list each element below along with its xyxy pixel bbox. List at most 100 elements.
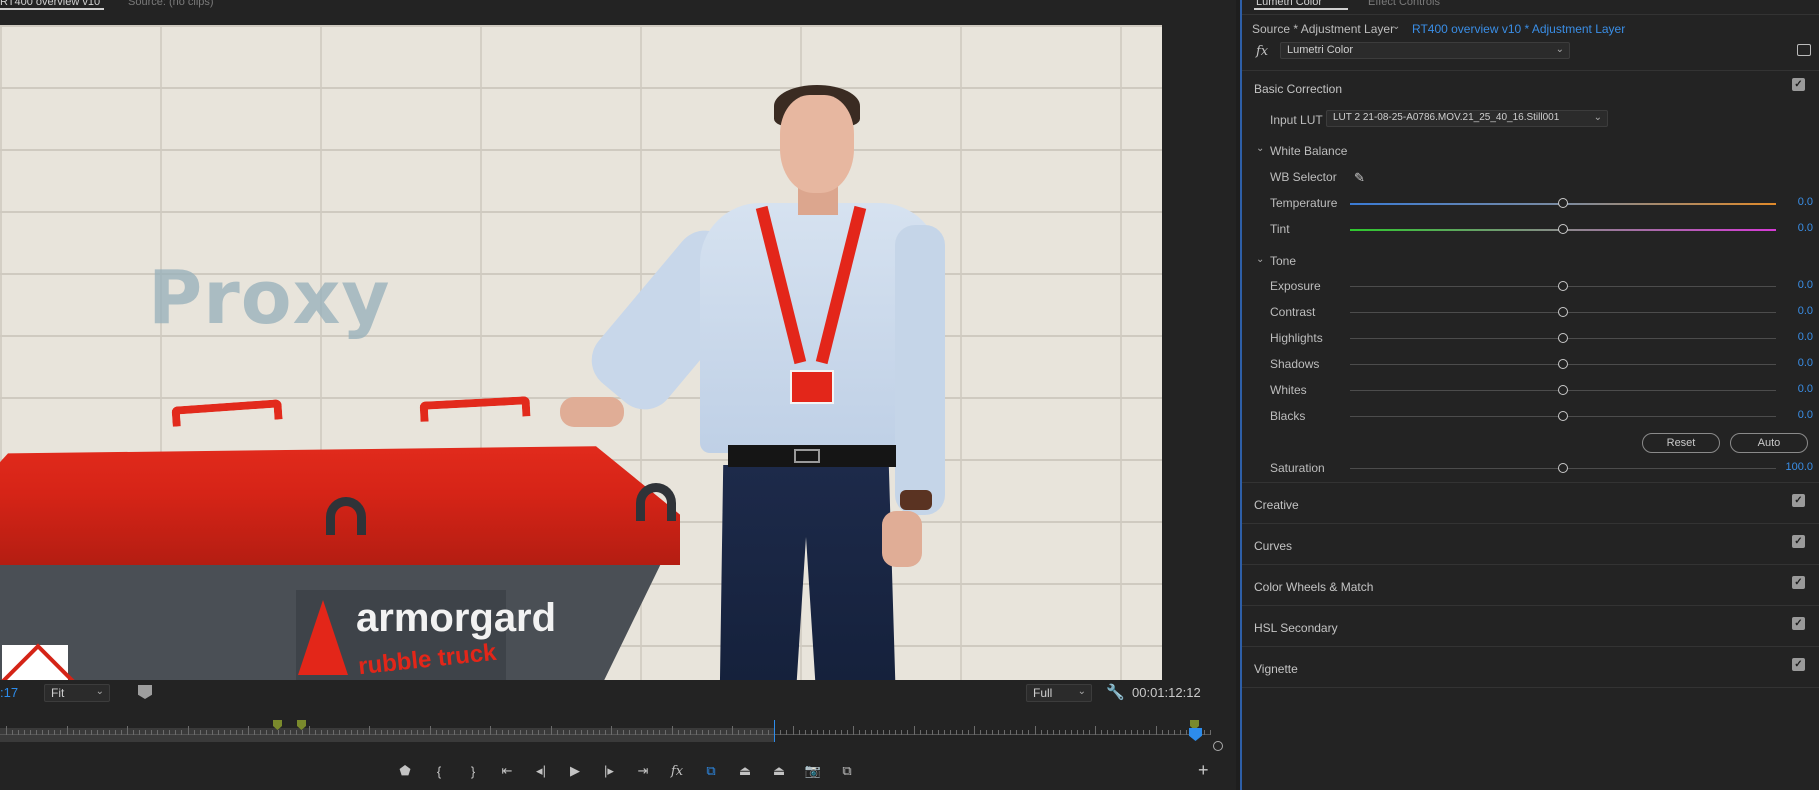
tint-value[interactable]: 0.0 — [1777, 222, 1813, 234]
ruler-tick — [387, 730, 389, 735]
color-wheels-match-section-title[interactable]: Color Wheels & Match — [1254, 580, 1373, 594]
person-right-hand — [882, 511, 922, 567]
tab-source[interactable]: Source: (no clips) — [128, 0, 214, 8]
chevron-down-icon[interactable]: ⌄ — [1256, 254, 1264, 265]
settings-wrench-icon[interactable]: 🔧 — [1106, 683, 1125, 701]
exposure-value[interactable]: 0.0 — [1777, 279, 1813, 291]
ruler-tick — [937, 730, 939, 735]
button-editor-plus-icon[interactable]: + — [1198, 760, 1209, 781]
saturation-slider-knob[interactable] — [1558, 463, 1568, 473]
step-forward-icon[interactable]: |▸ — [592, 761, 626, 781]
go-to-in-icon[interactable]: ⇤ — [490, 761, 524, 781]
tab-lumetri-color[interactable]: Lumetri Color — [1256, 0, 1322, 8]
clip-link[interactable]: RT400 overview v10 * Adjustment Layer — [1412, 22, 1625, 36]
ruler-tick — [1113, 730, 1115, 735]
input-lut-value: LUT 2 21-08-25-A0786.MOV.21_25_40_16.Sti… — [1333, 112, 1560, 123]
zoom-level-select[interactable]: Fit ⌄ — [44, 684, 110, 702]
video-frame[interactable]: Proxy armorgard rubble truck — [0, 25, 1162, 680]
contrast-value[interactable]: 0.0 — [1777, 305, 1813, 317]
vignette-section-title[interactable]: Vignette — [1254, 662, 1298, 676]
go-to-out-icon[interactable]: ⇥ — [626, 761, 660, 781]
hsl-secondary-enable-checkbox[interactable]: ✓ — [1792, 617, 1805, 630]
input-lut-select[interactable]: LUT 2 21-08-25-A0786.MOV.21_25_40_16.Sti… — [1326, 110, 1608, 127]
tone-title[interactable]: Tone — [1270, 254, 1296, 268]
play-icon[interactable]: ▶ — [558, 761, 592, 781]
playhead-timecode[interactable]: :17 — [0, 685, 18, 700]
ruler-tick — [786, 730, 788, 735]
section-separator — [1242, 482, 1819, 483]
saturation-value[interactable]: 100.0 — [1777, 461, 1813, 473]
marker-icon[interactable] — [138, 685, 152, 699]
tint-slider-knob[interactable] — [1558, 224, 1568, 234]
whites-value[interactable]: 0.0 — [1777, 383, 1813, 395]
creative-enable-checkbox[interactable]: ✓ — [1792, 494, 1805, 507]
ruler-tick — [1040, 730, 1042, 735]
playback-resolution-select[interactable]: Full ⌄ — [1026, 684, 1092, 702]
ruler-tick — [302, 730, 304, 735]
highlights-slider-knob[interactable] — [1558, 333, 1568, 343]
fx-icon: fx — [1256, 44, 1269, 59]
zoom-scroll-handle[interactable] — [1213, 741, 1223, 751]
mark-in-icon[interactable]: { — [422, 761, 456, 781]
marker-icon[interactable]: ⬟ — [388, 761, 422, 781]
ruler-tick — [810, 730, 812, 735]
eyedropper-icon[interactable]: ✎ — [1354, 170, 1365, 186]
highlights-value[interactable]: 0.0 — [1777, 331, 1813, 343]
chevron-down-icon[interactable]: ⌄ — [1392, 21, 1400, 32]
extract-icon-glyph: ⏏ — [772, 763, 786, 778]
source-label[interactable]: Source * Adjustment Layer — [1252, 22, 1394, 36]
ruler-tick — [1173, 730, 1175, 735]
reset-effect-icon[interactable] — [1797, 44, 1811, 56]
tab-effect-controls[interactable]: Effect Controls — [1368, 0, 1440, 8]
ruler-tick — [496, 730, 498, 735]
time-ruler[interactable] — [0, 720, 1228, 742]
basic-correction-title[interactable]: Basic Correction — [1254, 82, 1342, 96]
whites-slider-knob[interactable] — [1558, 385, 1568, 395]
ruler-tick — [229, 730, 231, 735]
ruler-tick — [223, 730, 225, 735]
ruler-tick — [1179, 730, 1181, 735]
lift-icon-glyph: ⏏ — [738, 763, 752, 778]
reset-button[interactable]: Reset — [1642, 433, 1720, 453]
creative-section-title[interactable]: Creative — [1254, 498, 1299, 512]
ruler-tick — [659, 730, 661, 735]
effect-select[interactable]: Lumetri Color ⌄ — [1280, 42, 1570, 59]
proxy-toggle-icon[interactable]: ⧉ — [694, 761, 728, 781]
ruler-tick — [127, 726, 128, 735]
camera-icon[interactable]: 📷 — [796, 761, 830, 781]
chevron-down-icon[interactable]: ⌄ — [1256, 143, 1264, 154]
temperature-value[interactable]: 0.0 — [1777, 196, 1813, 208]
ruler-tick — [260, 730, 262, 735]
tab-program[interactable]: RT400 overview v10 — [0, 0, 100, 8]
curves-enable-checkbox[interactable]: ✓ — [1792, 535, 1805, 548]
blacks-value[interactable]: 0.0 — [1777, 409, 1813, 421]
vignette-enable-checkbox[interactable]: ✓ — [1792, 658, 1805, 671]
ruler-tick — [326, 730, 328, 735]
exposure-slider-knob[interactable] — [1558, 281, 1568, 291]
curves-section-title[interactable]: Curves — [1254, 539, 1292, 553]
ruler-tick — [846, 730, 848, 735]
auto-button[interactable]: Auto — [1730, 433, 1808, 453]
hsl-secondary-section-title[interactable]: HSL Secondary — [1254, 621, 1338, 635]
lift-icon[interactable]: ⏏ — [728, 761, 762, 781]
ruler-tick — [623, 730, 625, 735]
mark-in-icon-glyph: { — [436, 763, 442, 779]
basic-correction-enable-checkbox[interactable]: ✓ — [1792, 78, 1805, 91]
zoom-level-value: Fit — [51, 686, 65, 700]
ruler-tick — [133, 730, 135, 735]
ruler-tick — [907, 730, 909, 735]
shadows-slider-knob[interactable] — [1558, 359, 1568, 369]
mark-out-icon[interactable]: } — [456, 761, 490, 781]
temperature-slider-knob[interactable] — [1558, 198, 1568, 208]
shadows-value[interactable]: 0.0 — [1777, 357, 1813, 369]
fx-icon[interactable]: fx — [660, 761, 694, 781]
white-balance-title[interactable]: White Balance — [1270, 144, 1347, 158]
ruler-tick — [211, 730, 213, 735]
contrast-slider-knob[interactable] — [1558, 307, 1568, 317]
ruler-tick — [871, 730, 873, 735]
blacks-slider-knob[interactable] — [1558, 411, 1568, 421]
extract-icon[interactable]: ⏏ — [762, 761, 796, 781]
color-wheels-match-enable-checkbox[interactable]: ✓ — [1792, 576, 1805, 589]
step-back-icon[interactable]: ◂| — [524, 761, 558, 781]
comparison-view-icon[interactable]: ⧉ — [830, 761, 864, 781]
